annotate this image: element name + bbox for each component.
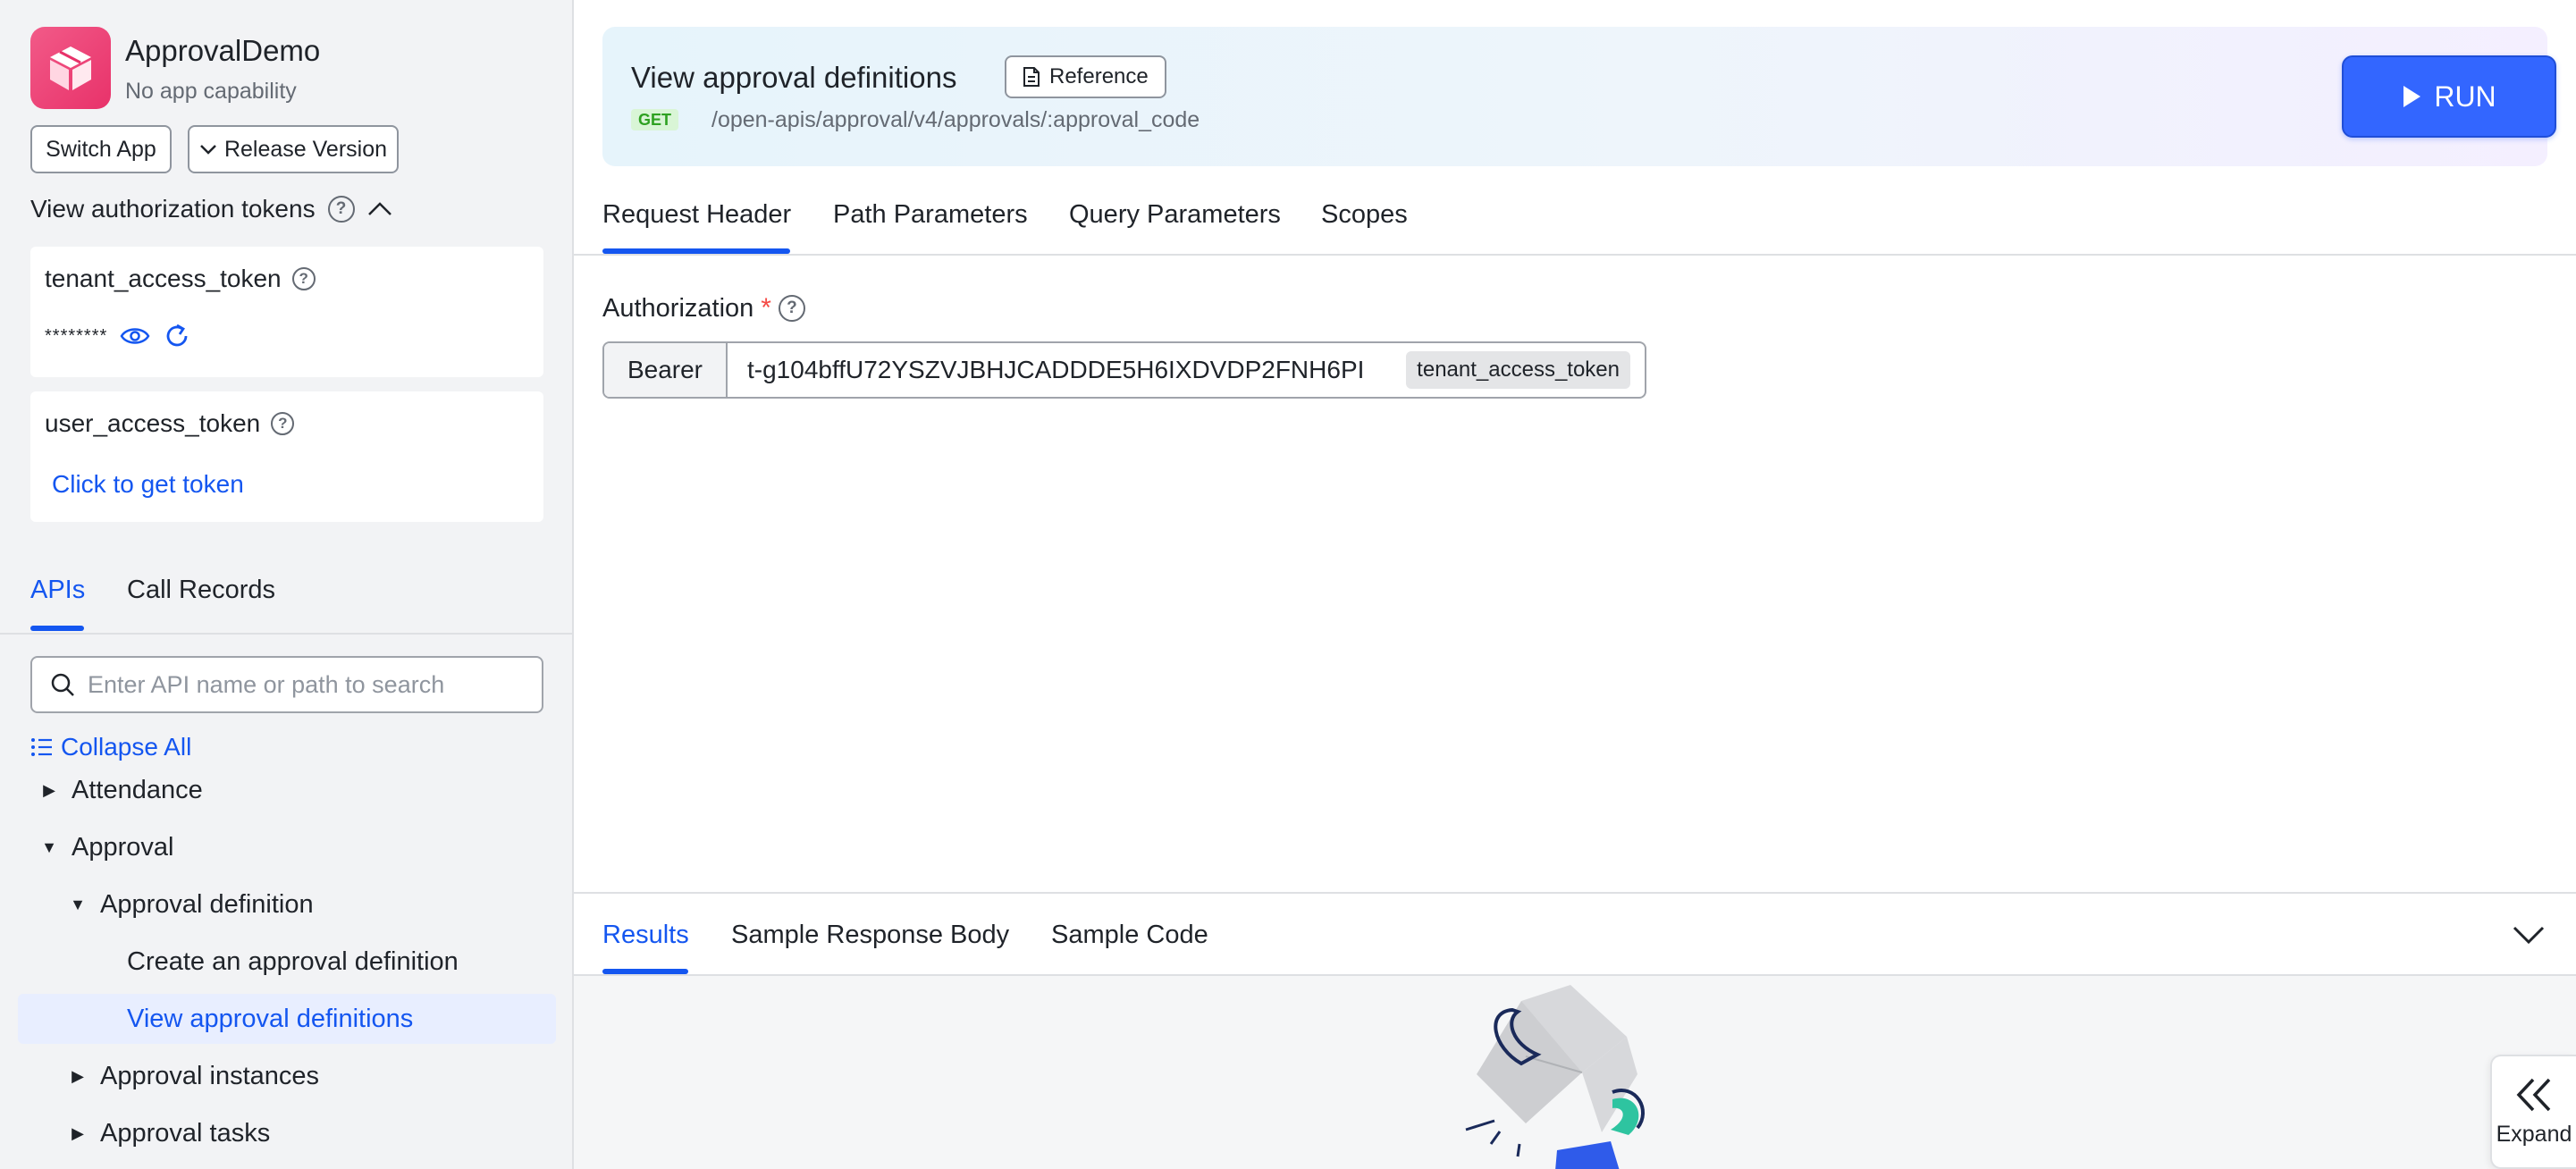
run-button[interactable]: RUN <box>2342 55 2556 138</box>
reference-button[interactable]: Reference <box>1005 55 1166 98</box>
active-tab-indicator <box>602 969 688 974</box>
tree-item-attendance[interactable]: ▶ Attendance <box>38 765 556 815</box>
tree-item-label: Approval definition <box>100 889 314 919</box>
result-body <box>574 976 2576 1169</box>
run-label: RUN <box>2434 80 2496 113</box>
refresh-icon[interactable] <box>163 322 191 350</box>
tree-item-label: Approval <box>72 832 174 862</box>
api-search-box[interactable] <box>30 656 543 713</box>
get-user-token-link[interactable]: Click to get token <box>52 470 244 499</box>
tab-path-parameters[interactable]: Path Parameters <box>833 200 1028 230</box>
result-tabs: Results Sample Response Body Sample Code <box>574 894 2576 976</box>
api-search-input[interactable] <box>88 670 517 699</box>
chevron-up-icon[interactable] <box>367 201 392 217</box>
http-method-badge: GET <box>631 109 679 130</box>
tenant-token-label: tenant_access_token <box>45 265 282 292</box>
help-icon[interactable]: ? <box>291 267 316 290</box>
caret-right-icon[interactable]: ▶ <box>66 1067 89 1086</box>
chevron-down-icon[interactable] <box>2512 919 2546 951</box>
caret-down-icon[interactable]: ▼ <box>38 838 61 857</box>
switch-app-button[interactable]: Switch App <box>30 125 172 173</box>
user-token-label: user_access_token <box>45 409 261 437</box>
tab-query-parameters[interactable]: Query Parameters <box>1069 200 1281 230</box>
tree-item-create-approval-definition[interactable]: Create an approval definition <box>127 937 556 987</box>
document-icon <box>1023 67 1040 87</box>
app-capability-status: No app capability <box>125 79 297 104</box>
api-path: /open-apis/approval/v4/approvals/:approv… <box>711 107 1200 132</box>
tree-item-approval-instances[interactable]: ▶ Approval instances <box>66 1051 556 1101</box>
help-icon[interactable]: ? <box>778 295 805 322</box>
switch-app-label: Switch App <box>46 136 156 162</box>
list-icon <box>31 738 52 756</box>
sidebar: ApprovalDemo No app capability Switch Ap… <box>0 0 574 1169</box>
tree-item-label: Create an approval definition <box>127 946 459 976</box>
authorization-token-value[interactable]: t-g104bffU72YSZVJBHJCADDDE5H6IXDVDP2FNH6… <box>747 356 1406 384</box>
app-logo-icon <box>30 27 111 109</box>
tree-item-view-approval-definitions[interactable]: View approval definitions <box>18 994 556 1044</box>
api-header: View approval definitions Reference GET … <box>602 27 2556 166</box>
expand-label: Expand <box>2496 1121 2572 1147</box>
tree-item-label: Approval tasks <box>100 1118 271 1148</box>
collapse-all-button[interactable]: Collapse All <box>30 733 191 761</box>
expand-panel-button[interactable]: Expand <box>2490 1055 2576 1169</box>
tree-item-label: Attendance <box>72 775 203 804</box>
tab-request-header[interactable]: Request Header <box>602 200 791 230</box>
authorization-field[interactable]: Bearer t-g104bffU72YSZVJBHJCADDDE5H6IXDV… <box>602 341 1646 399</box>
tree-item-label: Approval instances <box>100 1061 320 1090</box>
required-marker: * <box>761 293 771 323</box>
active-tab-indicator <box>602 248 790 254</box>
tab-apis[interactable]: APIs <box>30 576 85 605</box>
tab-sample-code[interactable]: Sample Code <box>1051 921 1208 950</box>
tab-scopes[interactable]: Scopes <box>1321 200 1408 230</box>
chevron-down-icon <box>200 145 216 155</box>
collapse-all-label: Collapse All <box>61 733 192 761</box>
double-chevron-left-icon <box>2516 1078 2551 1111</box>
caret-right-icon[interactable]: ▶ <box>38 781 61 800</box>
tree-item-approval-tasks[interactable]: ▶ Approval tasks <box>66 1108 556 1158</box>
tab-results[interactable]: Results <box>602 921 689 950</box>
eye-icon[interactable] <box>120 325 150 347</box>
caret-down-icon[interactable]: ▼ <box>66 896 89 914</box>
help-icon[interactable]: ? <box>327 196 355 223</box>
tenant-token-card: tenant_access_token ? ******** <box>30 247 543 377</box>
tab-call-records[interactable]: Call Records <box>127 576 275 605</box>
result-panel: Results Sample Response Body Sample Code <box>574 892 2576 1169</box>
tenant-token-masked: ******** <box>45 325 108 346</box>
tree-item-label: View approval definitions <box>127 1004 414 1033</box>
token-type-tag: tenant_access_token <box>1406 351 1630 389</box>
sidebar-tabs: APIs Call Records <box>0 572 572 635</box>
tokens-title: View authorization tokens <box>30 195 316 223</box>
bearer-prefix: Bearer <box>604 343 728 397</box>
main-panel: View approval definitions Reference GET … <box>574 0 2576 1169</box>
release-version-button[interactable]: Release Version <box>188 125 399 173</box>
tree-item-approval-definition[interactable]: ▼ Approval definition <box>66 879 556 929</box>
play-icon <box>2403 86 2421 107</box>
release-version-label: Release Version <box>223 136 388 162</box>
search-icon <box>51 673 74 696</box>
request-tabs: Request Header Path Parameters Query Par… <box>574 179 2576 256</box>
authorization-label-row: Authorization * ? <box>602 293 805 324</box>
tab-sample-response-body[interactable]: Sample Response Body <box>731 921 1009 950</box>
reference-label: Reference <box>1049 64 1149 88</box>
tokens-section-header[interactable]: View authorization tokens ? <box>30 195 392 223</box>
empty-box-illustration <box>1465 985 1645 1169</box>
help-icon[interactable]: ? <box>271 412 295 435</box>
authorization-label: Authorization <box>602 293 754 323</box>
user-token-card: user_access_token ? Click to get token <box>30 391 543 522</box>
api-title: View approval definitions <box>631 61 957 94</box>
tree-item-approval[interactable]: ▼ Approval <box>38 822 556 872</box>
app-name: ApprovalDemo <box>125 34 321 67</box>
caret-right-icon[interactable]: ▶ <box>66 1124 89 1143</box>
active-tab-indicator <box>30 626 84 631</box>
